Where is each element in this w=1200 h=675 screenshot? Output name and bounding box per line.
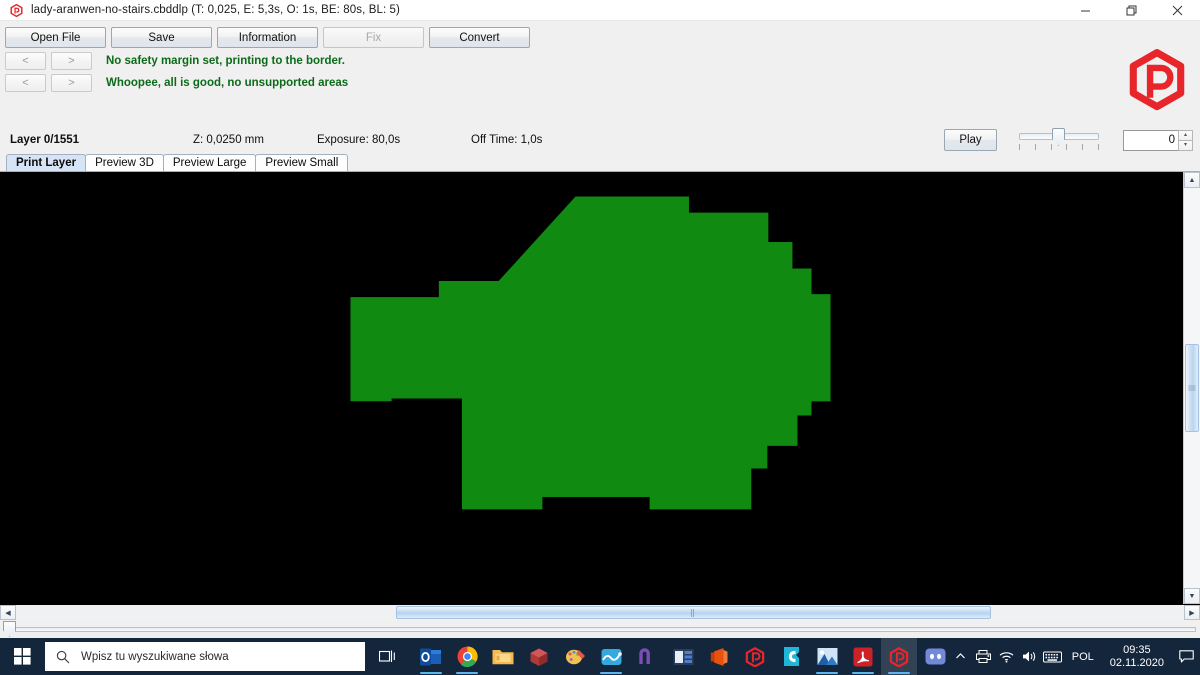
layer-spin-buttons[interactable]: ▴ ▾ (1178, 129, 1193, 151)
safety-margin-status: No safety margin set, printing to the bo… (106, 55, 345, 67)
spin-up-icon[interactable]: ▴ (1178, 129, 1193, 140)
taskbar-app-chrome[interactable] (449, 638, 485, 675)
clock-time: 09:35 (1123, 643, 1151, 656)
taskbar-app-list (413, 638, 953, 675)
layer-canvas-area: ▲ ▼ (0, 172, 1200, 604)
layer-counter: Layer 0/1551 (10, 134, 80, 146)
printer-icon[interactable] (972, 638, 995, 675)
toolbar-area: Open File Save Information Fix Convert <… (0, 21, 1200, 126)
taskbar-app-weather[interactable] (593, 638, 629, 675)
show-hidden-icons-button[interactable] (949, 638, 972, 675)
maximize-restore-button[interactable] (1108, 0, 1154, 21)
taskbar-app-file-explorer[interactable] (485, 638, 521, 675)
layer-off-time: Off Time: 1,0s (471, 134, 543, 146)
scroll-right-button[interactable]: ▶ (1184, 605, 1200, 620)
app-icon (5, 0, 27, 21)
vertical-scrollbar[interactable]: ▲ ▼ (1183, 172, 1200, 604)
issue-prev-button[interactable]: < (5, 74, 46, 92)
safety-margin-row: < > No safety margin set, printing to th… (0, 48, 1200, 70)
close-button[interactable] (1154, 0, 1200, 21)
vertical-scroll-thumb[interactable] (1185, 344, 1199, 432)
scroll-left-button[interactable]: ◀ (0, 605, 16, 620)
taskbar-app-photos[interactable] (809, 638, 845, 675)
horizontal-thumb-grip (691, 608, 696, 617)
open-file-button[interactable]: Open File (5, 27, 106, 48)
layer-z-height: Z: 0,0250 mm (193, 134, 264, 146)
scroll-up-button[interactable]: ▲ (1184, 172, 1200, 188)
save-button[interactable]: Save (111, 27, 212, 48)
safety-prev-button[interactable]: < (5, 52, 46, 70)
safety-next-button[interactable]: > (51, 52, 92, 70)
horizontal-scroll-thumb[interactable] (395, 606, 992, 619)
notification-icon[interactable] (1172, 638, 1200, 675)
layer-number-input[interactable]: 0 (1123, 129, 1178, 151)
taskbar-app-chitubox[interactable] (773, 638, 809, 675)
taskbar-app-media[interactable] (665, 638, 701, 675)
taskbar-app-paint-3d[interactable] (557, 638, 593, 675)
slider-ticks (1019, 144, 1099, 150)
unsupported-areas-status: Whoopee, all is good, no unsupported are… (106, 77, 349, 89)
tab-print-layer[interactable]: Print Layer (6, 154, 87, 171)
start-button[interactable] (0, 638, 44, 675)
taskbar-app-3d-viewer[interactable] (521, 638, 557, 675)
tab-preview-small[interactable]: Preview Small (255, 154, 349, 171)
layer-viewport[interactable] (0, 172, 1183, 604)
playback-controls: Play 0 ▴ ▾ (944, 126, 1200, 154)
taskbar-app-discord[interactable] (917, 638, 953, 675)
window-title: lady-aranwen-no-stairs.cbddlp (T: 0,025,… (31, 4, 400, 16)
title-bar: lady-aranwen-no-stairs.cbddlp (T: 0,025,… (0, 0, 1200, 21)
taskbar-search-box[interactable]: Wpisz tu wyszukiwane słowa (45, 642, 365, 671)
taskbar-app-uvtools[interactable] (737, 638, 773, 675)
task-view-button[interactable] (365, 638, 409, 675)
taskbar-app-adobe-acrobat[interactable] (845, 638, 881, 675)
layer-slider-thumb[interactable] (3, 621, 16, 637)
taskbar-app-onenote[interactable] (629, 638, 665, 675)
horizontal-scroll-track[interactable] (16, 605, 1184, 620)
layer-info-row: Layer 0/1551 Z: 0,0250 mm Exposure: 80,0… (0, 126, 1200, 154)
keyboard-icon[interactable] (1041, 638, 1064, 675)
vertical-scroll-track[interactable] (1184, 188, 1200, 588)
system-tray: POL 09:35 02.11.2020 (949, 638, 1200, 675)
layer-slice-image (0, 173, 1183, 604)
preview-tabs: Print Layer Preview 3D Preview Large Pre… (0, 154, 1200, 172)
layer-slider-track (14, 627, 1196, 632)
information-button[interactable]: Information (217, 27, 318, 48)
wifi-icon[interactable] (995, 638, 1018, 675)
taskbar-app-office[interactable] (701, 638, 737, 675)
uvtools-window: lady-aranwen-no-stairs.cbddlp (T: 0,025,… (0, 0, 1200, 675)
search-placeholder-text: Wpisz tu wyszukiwane słowa (81, 650, 229, 663)
vertical-thumb-grip (1188, 385, 1196, 391)
issue-next-button[interactable]: > (51, 74, 92, 92)
unsupported-areas-row: < > Whoopee, all is good, no unsupported… (0, 70, 1200, 92)
search-icon (56, 650, 70, 663)
minimize-button[interactable] (1062, 0, 1108, 21)
taskbar-app-uvtools-active[interactable] (881, 638, 917, 675)
clock[interactable]: 09:35 02.11.2020 (1102, 644, 1172, 670)
spin-down-icon[interactable]: ▾ (1178, 139, 1193, 151)
windows-taskbar: Wpisz tu wyszukiwane słowa POL 09:35 02.… (0, 638, 1200, 675)
convert-button[interactable]: Convert (429, 27, 530, 48)
tab-preview-3d[interactable]: Preview 3D (85, 154, 164, 171)
scroll-down-button[interactable]: ▼ (1184, 588, 1200, 604)
volume-icon[interactable] (1018, 638, 1041, 675)
horizontal-scrollbar[interactable]: ◀ ▶ (0, 604, 1200, 620)
clock-date: 02.11.2020 (1109, 656, 1164, 669)
animation-speed-slider[interactable] (1019, 127, 1099, 153)
fix-button: Fix (323, 27, 424, 48)
tab-preview-large[interactable]: Preview Large (162, 154, 257, 171)
layer-exposure: Exposure: 80,0s (317, 134, 401, 146)
layer-position-slider[interactable] (0, 620, 1200, 638)
uvtools-logo-icon (1124, 49, 1190, 111)
language-indicator[interactable]: POL (1064, 651, 1102, 663)
layer-number-stepper[interactable]: 0 ▴ ▾ (1123, 129, 1193, 151)
main-button-row: Open File Save Information Fix Convert (0, 21, 1200, 48)
play-button[interactable]: Play (944, 129, 997, 151)
taskbar-app-outlook[interactable] (413, 638, 449, 675)
